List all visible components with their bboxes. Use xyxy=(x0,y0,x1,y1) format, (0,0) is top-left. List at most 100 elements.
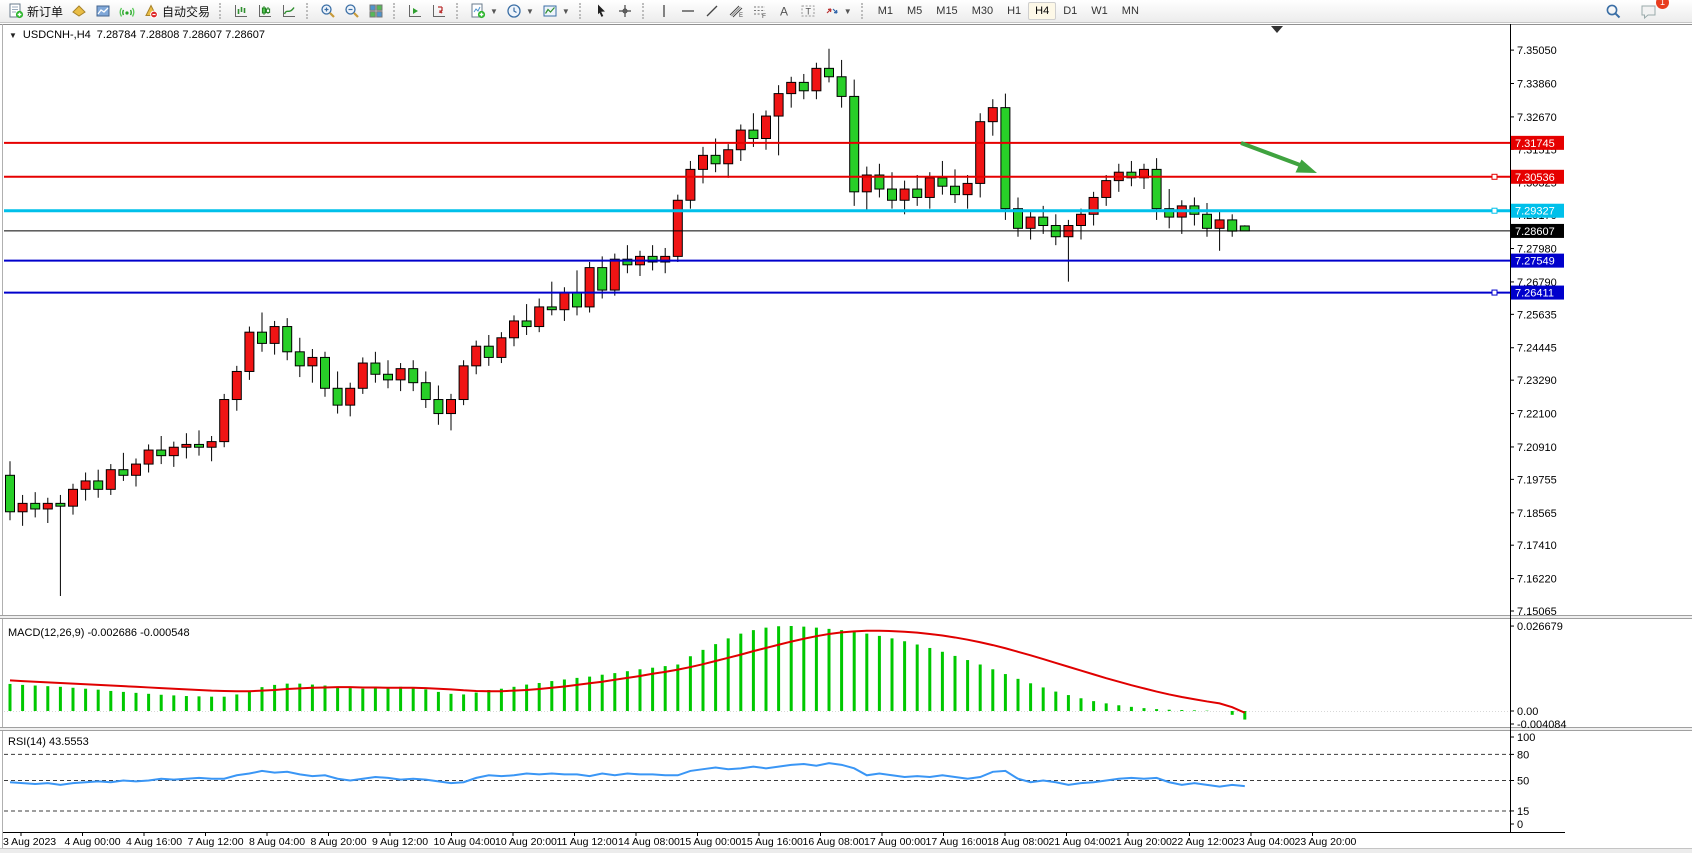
candle-body xyxy=(258,332,267,343)
price-tick-label: 7.17410 xyxy=(1517,540,1557,552)
time-axis-label: 18 Aug 08:00 xyxy=(987,836,1049,848)
candle-body xyxy=(825,68,834,76)
macd-axis-label: 0.00 xyxy=(1517,706,1538,718)
auto-scroll-button[interactable] xyxy=(403,1,427,21)
price-tick-label: 7.19755 xyxy=(1517,474,1557,486)
candle-body xyxy=(925,178,934,198)
timeframe-button-d1[interactable]: D1 xyxy=(1056,2,1084,20)
candle-body xyxy=(1240,226,1249,231)
chart-canvas[interactable]: 7.350507.338607.326707.315157.303257.291… xyxy=(0,24,1692,848)
timeframe-button-h1[interactable]: H1 xyxy=(1000,2,1028,20)
templates-button[interactable]: ▼ xyxy=(538,1,574,21)
candle-body xyxy=(510,321,519,338)
line-handle[interactable] xyxy=(1492,208,1497,213)
candle-body xyxy=(686,169,695,200)
time-axis-label: 3 Aug 2023 xyxy=(3,836,56,848)
candle-body xyxy=(144,450,153,464)
timeframe-button-mn[interactable]: MN xyxy=(1115,2,1146,20)
candle-body xyxy=(1228,220,1237,231)
equidistant-channel-button[interactable]: E xyxy=(724,1,748,21)
chart-title: ▼ USDCNH-,H4 7.28784 7.28808 7.28607 7.2… xyxy=(9,29,265,41)
candle-body xyxy=(699,155,708,169)
arrows-button[interactable]: ▼ xyxy=(820,1,856,21)
chart-line-button[interactable] xyxy=(277,1,301,21)
cursor-icon xyxy=(593,3,609,19)
clock-icon xyxy=(506,3,522,19)
vertical-line-button[interactable] xyxy=(652,1,676,21)
candle-body xyxy=(963,183,972,194)
status-bar xyxy=(0,848,1692,853)
chart-shift-button[interactable] xyxy=(427,1,451,21)
candle-body xyxy=(610,259,619,290)
new-order-button[interactable]: 新订单 xyxy=(4,1,67,21)
candle-body xyxy=(169,447,178,455)
notification-badge[interactable]: 1 xyxy=(1656,0,1669,9)
signals-button[interactable] xyxy=(115,1,139,21)
horizontal-line-button[interactable] xyxy=(676,1,700,21)
candle-body xyxy=(434,400,443,414)
crosshair-icon xyxy=(617,3,633,19)
candle-body xyxy=(535,307,544,327)
indicators-button[interactable]: ▼ xyxy=(466,1,502,21)
candle-body xyxy=(31,503,40,509)
candle-body xyxy=(132,464,141,475)
candle-body xyxy=(232,371,241,399)
crosshair-button[interactable] xyxy=(613,1,637,21)
line-handle[interactable] xyxy=(1492,290,1497,295)
time-axis-label: 21 Aug 20:00 xyxy=(1110,836,1172,848)
line-handle[interactable] xyxy=(1492,174,1497,179)
signals-icon xyxy=(119,3,135,19)
candle-body xyxy=(1077,214,1086,225)
new-chart-button[interactable] xyxy=(67,1,91,21)
svg-text:T: T xyxy=(805,7,811,17)
time-axis-label: 17 Aug 00:00 xyxy=(864,836,926,848)
chart-bars-button[interactable] xyxy=(229,1,253,21)
candle-body xyxy=(837,77,846,97)
text-button[interactable]: A xyxy=(772,1,796,21)
rsi-axis-label: 50 xyxy=(1517,776,1529,788)
timeframe-button-m1[interactable]: M1 xyxy=(871,2,900,20)
trendline-button[interactable] xyxy=(700,1,724,21)
timeframe-button-m5[interactable]: M5 xyxy=(900,2,929,20)
candle-body xyxy=(94,481,103,489)
timeframe-button-m15[interactable]: M15 xyxy=(929,2,964,20)
auto-trading-button[interactable]: 自动交易 xyxy=(139,1,214,21)
rsi-axis-label: 100 xyxy=(1517,732,1535,744)
fibonacci-button[interactable]: F xyxy=(748,1,772,21)
candle-body xyxy=(459,366,468,400)
search-button[interactable] xyxy=(1601,1,1626,21)
timeframe-button-m30[interactable]: M30 xyxy=(965,2,1000,20)
profiles-icon xyxy=(95,3,111,19)
candle-body xyxy=(371,363,380,374)
price-level-badge-label: 7.30536 xyxy=(1515,172,1555,184)
candle-body xyxy=(560,293,569,310)
vertical-line-icon xyxy=(656,3,672,19)
price-tick-label: 7.35050 xyxy=(1517,45,1557,57)
collapse-icon[interactable]: ▼ xyxy=(9,31,17,40)
zoom-out-button[interactable] xyxy=(340,1,364,21)
timeframe-button-w1[interactable]: W1 xyxy=(1084,2,1115,20)
candlestick-chart-icon xyxy=(257,3,273,19)
candle-body xyxy=(396,369,405,380)
candle-body xyxy=(585,268,594,307)
periods-button[interactable]: ▼ xyxy=(502,1,538,21)
bar-chart-icon xyxy=(233,3,249,19)
candle-body xyxy=(1102,181,1111,198)
zoom-in-button[interactable] xyxy=(316,1,340,21)
svg-text:E: E xyxy=(739,13,743,19)
candle-body xyxy=(69,489,78,506)
candle-body xyxy=(106,470,115,490)
time-axis-label: 8 Aug 20:00 xyxy=(311,836,367,848)
macd-label: MACD(12,26,9) -0.002686 -0.000548 xyxy=(8,627,190,639)
profiles-button[interactable] xyxy=(91,1,115,21)
text-label-button[interactable]: T xyxy=(796,1,820,21)
timeframe-button-h4[interactable]: H4 xyxy=(1028,2,1056,20)
rsi-label: RSI(14) 43.5553 xyxy=(8,736,89,748)
price-level-badge-label: 7.31745 xyxy=(1515,138,1555,150)
tile-windows-button[interactable] xyxy=(364,1,388,21)
candle-body xyxy=(913,189,922,197)
candle-body xyxy=(888,189,897,200)
chart-candles-button[interactable] xyxy=(253,1,277,21)
rsi-axis-label: 15 xyxy=(1517,806,1529,818)
cursor-button[interactable] xyxy=(589,1,613,21)
